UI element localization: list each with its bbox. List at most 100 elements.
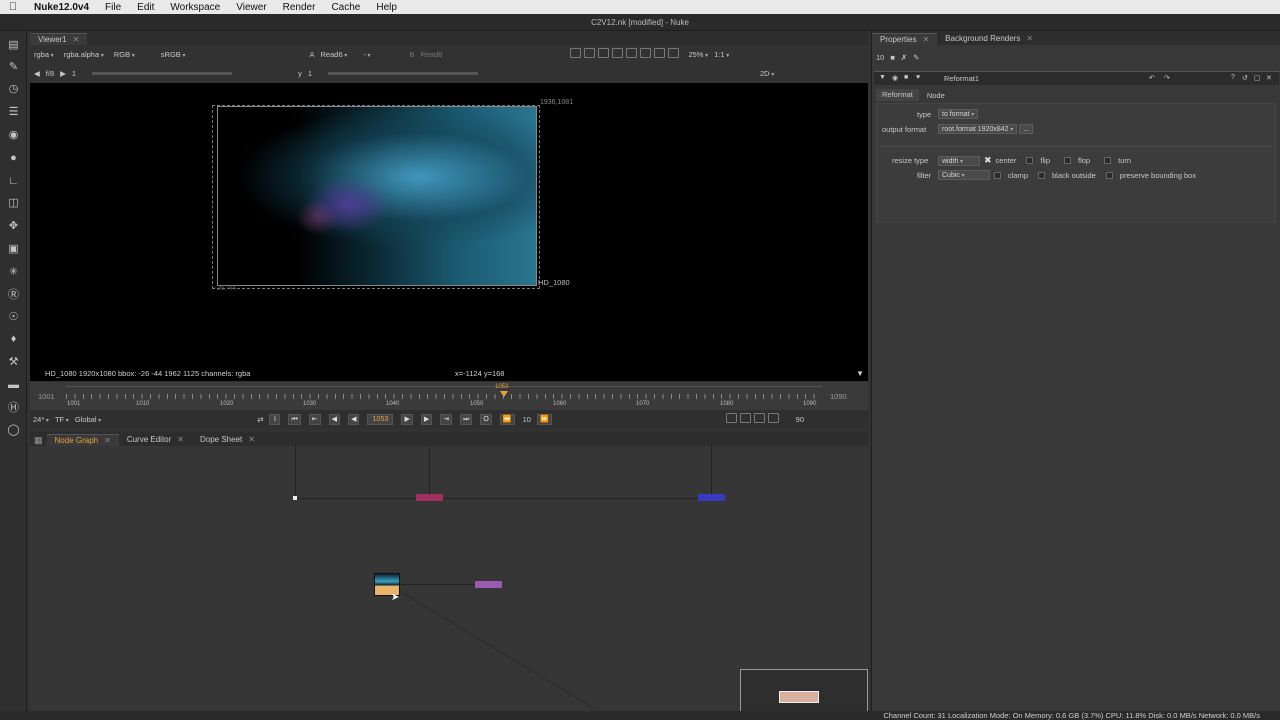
other-tools-icon[interactable]: ▬ xyxy=(6,377,21,392)
colorspace-dropdown[interactable]: sRGB xyxy=(161,50,186,59)
end-frame-field[interactable]: 90 xyxy=(796,415,804,424)
output-format-dropdown[interactable]: root.format 1920x842 xyxy=(938,124,1018,134)
node-name-field[interactable]: Reformat1 xyxy=(944,74,979,83)
pane-menu-icon[interactable]: ▦ xyxy=(30,435,47,446)
tab-node-graph[interactable]: Node Graph ✕ xyxy=(46,434,119,447)
close-icon[interactable]: ✕ xyxy=(104,435,111,447)
menu-render[interactable]: Render xyxy=(275,2,324,13)
step-increment[interactable]: 10 xyxy=(523,415,531,424)
gamma-slider[interactable] xyxy=(328,71,478,75)
gain-value[interactable]: 1 xyxy=(72,69,76,78)
in-point-button[interactable]: I xyxy=(269,413,281,425)
gain-arrow-icon[interactable]: ▶ xyxy=(60,69,66,78)
apple-icon[interactable]:  xyxy=(0,1,26,13)
roi-icon[interactable] xyxy=(570,48,582,58)
metadata-tools-icon[interactable]: ♦ xyxy=(6,331,21,346)
draw-tools-icon[interactable]: ✎ xyxy=(6,59,21,74)
clamp-checkbox[interactable] xyxy=(994,171,1001,179)
blue-node[interactable] xyxy=(698,494,725,501)
gizmos-icon[interactable]: ◯ xyxy=(6,422,21,437)
viewer-viewport[interactable]: 1936,1081 -26,-44 HD_1080 xyxy=(30,83,868,367)
close-icon[interactable]: ✕ xyxy=(248,434,255,446)
tab-viewer1[interactable]: Viewer1 ✕ xyxy=(30,33,88,46)
image-tools-icon[interactable]: ▤ xyxy=(6,37,21,52)
play-backward-button[interactable]: ◀ xyxy=(328,413,341,425)
minimap-viewport[interactable] xyxy=(779,691,819,703)
channel-tools-icon[interactable]: ☰ xyxy=(6,104,21,119)
float-icon[interactable]: ▢ xyxy=(1254,74,1261,82)
menu-cache[interactable]: Cache xyxy=(323,2,368,13)
tab-dope-sheet[interactable]: Dope Sheet ✕ xyxy=(192,434,263,446)
zoom-dropdown[interactable]: 25% xyxy=(688,50,708,59)
lut-icon[interactable] xyxy=(612,48,624,58)
undo-icon[interactable]: ↶ xyxy=(1149,74,1155,82)
menu-workspace[interactable]: Workspace xyxy=(162,2,228,13)
input-b-dropdown[interactable]: Read6 xyxy=(420,50,442,59)
help-icon[interactable]: ? xyxy=(1231,74,1235,81)
navigator-minimap[interactable] xyxy=(740,669,868,712)
filter-dropdown[interactable]: Cubic xyxy=(938,170,990,180)
dot-node[interactable] xyxy=(293,496,297,500)
play-forward-button[interactable]: ▶ xyxy=(420,413,433,425)
view-mode-dropdown[interactable]: 2D xyxy=(760,69,774,78)
input-a-dropdown[interactable]: Read6 xyxy=(321,50,348,59)
tab-background-renders[interactable]: Background Renders ✕ xyxy=(937,33,1041,45)
close-icon[interactable]: ✕ xyxy=(73,34,80,46)
fps-dropdown[interactable]: 24* xyxy=(33,415,49,424)
revert-icon[interactable]: ↺ xyxy=(1242,74,1248,82)
time-tools-icon[interactable]: ◷ xyxy=(6,81,21,96)
turn-checkbox[interactable] xyxy=(1104,157,1112,164)
proxy-icon[interactable] xyxy=(626,48,638,58)
filter-tools-icon[interactable]: ● xyxy=(6,150,21,165)
overlay-icon[interactable] xyxy=(584,48,596,58)
collapse-icon[interactable]: ▼ xyxy=(879,74,886,81)
type-dropdown[interactable]: to format xyxy=(938,109,979,119)
tab-curve-editor[interactable]: Curve Editor ✕ xyxy=(119,434,192,446)
tab-reformat[interactable]: Reformat xyxy=(876,89,919,101)
close-icon[interactable]: ✕ xyxy=(1266,74,1272,82)
views-tools-icon[interactable]: ☉ xyxy=(6,309,21,324)
playhead-marker[interactable] xyxy=(500,391,508,397)
alpha-channel-dropdown[interactable]: rgba.alpha xyxy=(64,50,104,59)
menu-file[interactable]: File xyxy=(97,2,129,13)
merge-tools-icon[interactable]: ◫ xyxy=(6,195,21,210)
first-frame-button[interactable]: ⏮ xyxy=(288,413,301,425)
tab-node[interactable]: Node xyxy=(919,91,953,100)
visibility-icon[interactable]: ◉ xyxy=(892,74,898,82)
out-point-button[interactable]: O xyxy=(480,413,492,425)
preserve-bbox-checkbox[interactable] xyxy=(1105,171,1113,179)
refresh-icon[interactable] xyxy=(640,48,652,58)
transform-tools-icon[interactable]: ✥ xyxy=(6,218,21,233)
skip-back-button[interactable]: ⏪ xyxy=(499,413,515,425)
flipbook-icon[interactable] xyxy=(725,413,737,423)
purple-node[interactable] xyxy=(475,581,502,588)
expand-arrow-icon[interactable]: ▼ xyxy=(856,367,864,381)
flop-checkbox[interactable] xyxy=(1064,157,1071,164)
app-menu[interactable]: Nuke12.0v4 xyxy=(26,2,97,13)
pink-node[interactable] xyxy=(416,494,443,501)
node-graph-canvas[interactable]: ➤ xyxy=(30,446,868,712)
deep-tools-icon[interactable]: Ⓡ xyxy=(6,286,21,301)
last-frame-button[interactable]: ⏭ xyxy=(460,413,473,425)
resize-type-dropdown[interactable]: width xyxy=(938,155,980,166)
gain-slider[interactable] xyxy=(92,71,233,75)
settings-icon[interactable] xyxy=(654,48,666,58)
record-icon[interactable] xyxy=(739,413,751,423)
3d-tools-icon[interactable]: ▣ xyxy=(6,241,21,256)
step-back-button[interactable]: ◀ xyxy=(348,413,360,425)
tile-color-icon[interactable]: ■ xyxy=(904,74,908,81)
frame-field[interactable]: 1053 xyxy=(367,413,394,425)
pencil-icon[interactable]: ✎ xyxy=(913,53,919,62)
fstop-value[interactable]: f/8 xyxy=(46,69,54,78)
timeline-end[interactable]: 1090 xyxy=(830,392,847,401)
toolsets-icon[interactable]: ⚒ xyxy=(6,354,21,369)
color-tools-icon[interactable]: ◉ xyxy=(6,127,21,142)
menu-edit[interactable]: Edit xyxy=(129,2,162,13)
next-keyframe-button[interactable]: ⇥ xyxy=(440,413,453,425)
fstop-arrows-icon[interactable]: ◀ xyxy=(34,69,40,78)
center-checkbox-checked-icon[interactable]: ✖ xyxy=(984,155,992,166)
channels-dropdown[interactable]: rgba xyxy=(34,50,54,59)
max-panels-field[interactable]: 10 xyxy=(876,53,884,62)
lock-icon[interactable] xyxy=(753,413,765,423)
furnace-tools-icon[interactable]: Ⓗ xyxy=(6,399,21,414)
